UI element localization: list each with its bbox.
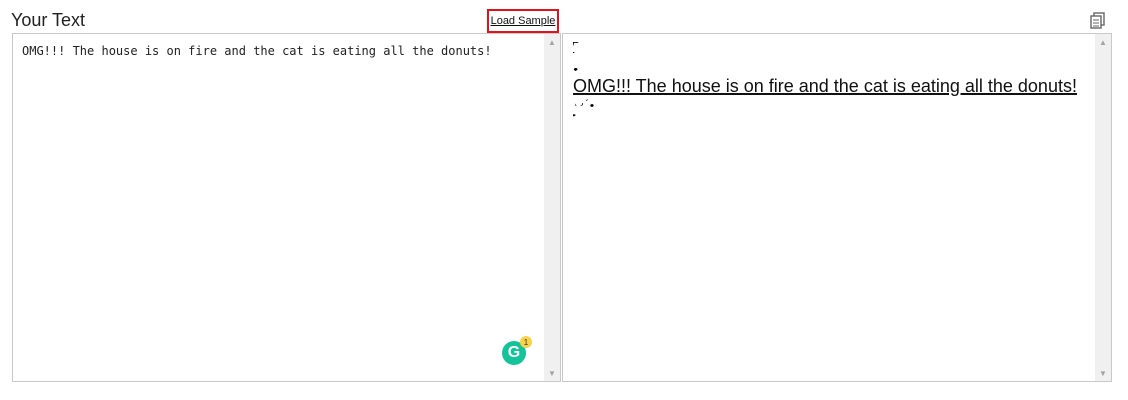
grammarly-badge: 1 bbox=[520, 336, 532, 348]
scroll-up-icon[interactable]: ▲ bbox=[1095, 34, 1111, 50]
zalgo-noise-top-2: ̆̄̅͐̍̎͂̐̆̄̅͐̍̎͂̐̆̄̅͐̍̎ bbox=[573, 52, 575, 61]
scroll-down-icon[interactable]: ▼ bbox=[544, 365, 560, 381]
text-input[interactable]: OMG!!! The house is on fire and the cat … bbox=[22, 44, 492, 58]
zalgo-noise-bottom-1: ̨̡̛̜̝̞̟̠̣̤̥̦̩̪̫̬̭̮̯ bbox=[573, 98, 592, 107]
load-sample-link[interactable]: Load Sample bbox=[491, 15, 556, 27]
zalgo-output-text: OMG!!! The house is on fire and the cat … bbox=[573, 76, 1077, 96]
scroll-down-icon[interactable]: ▼ bbox=[1095, 365, 1111, 381]
grammarly-button[interactable]: G 1 bbox=[502, 336, 532, 365]
output-scrollbar[interactable]: ▲ ▼ bbox=[1095, 34, 1111, 381]
zalgo-noise-bottom-2: ̲̳̹̺̻̼͇͈͉͍͎̲̳̹̺̻̼͇͈͉͍͎ bbox=[573, 108, 575, 117]
output-pane[interactable]: ͛ͥͮ͛͐͗͛ͥͮ͛͐͗͛ͥͮ͛͐͗̚̚̚͝͠͝͠͝͠ ̆̄̅͐̍̎͂̐̆̄̅͐… bbox=[562, 33, 1112, 382]
copy-icon[interactable] bbox=[1089, 11, 1107, 29]
input-scrollbar[interactable]: ▲ ▼ bbox=[544, 34, 560, 381]
zalgo-noise-top-1: ͛ͥͮ͛͐͗͛ͥͮ͛͐͗͛ͥͮ͛͐͗̚̚̚͝͠͝͠͝͠ bbox=[573, 42, 575, 51]
output-area: ͛ͥͮ͛͐͗͛ͥͮ͛͐͗͛ͥͮ͛͐͗̚̚̚͝͠͝͠͝͠ ̆̄̅͐̍̎͂̐̆̄̅͐… bbox=[573, 38, 1093, 128]
zalgo-noise-top-3: ̤̥̦̩̪̫̬̭̮̯̤̥̦̩̪̫̬̭̮̯ bbox=[573, 62, 575, 71]
page-title: Your Text bbox=[11, 10, 86, 30]
scroll-up-icon[interactable]: ▲ bbox=[544, 34, 560, 50]
load-sample-highlight: Load Sample bbox=[487, 9, 559, 33]
input-pane[interactable]: OMG!!! The house is on fire and the cat … bbox=[12, 33, 561, 382]
